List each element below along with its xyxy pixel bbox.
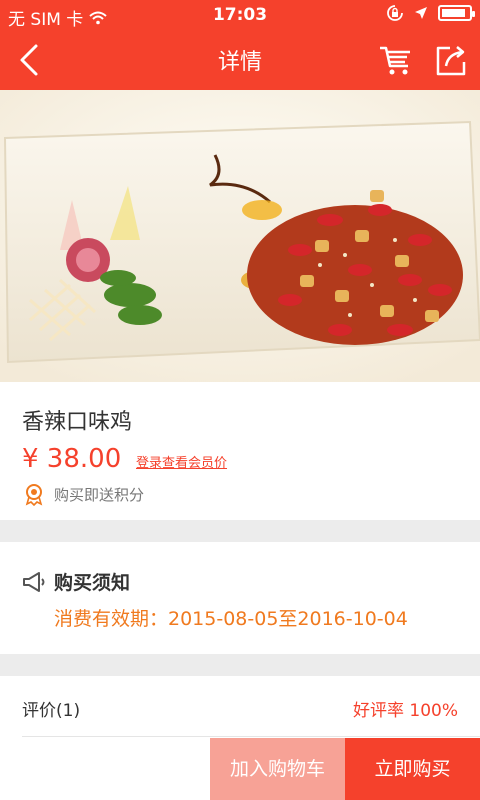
product-price: ¥ 38.00 [22,444,122,474]
points-row: 购买即送积分 [22,482,144,506]
product-image [0,90,480,382]
product-info-card: 香辣口味鸡 ¥ 38.00 登录查看会员价 购买即送积分 [0,382,480,520]
cart-icon[interactable] [376,40,416,80]
battery-icon [438,5,475,21]
bottom-action-bar: 加入购物车 立即购买 [0,738,480,800]
location-arrow-icon [415,7,427,19]
status-right [386,4,475,22]
member-price-link[interactable]: 登录查看会员价 [136,452,227,471]
validity-period: 消费有效期：2015-08-05至2016-10-04 [54,608,408,630]
points-text: 购买即送积分 [54,485,145,504]
purchase-notice-card: 购买须知 消费有效期：2015-08-05至2016-10-04 [0,542,480,654]
dish-photo [0,90,480,382]
nav-bar: 详情 [0,30,480,90]
positive-rate: 好评率 100% [352,701,458,721]
notice-title: 购买须知 [54,572,131,594]
review-count[interactable]: 评价(1) [22,696,80,721]
megaphone-icon [23,571,45,592]
share-icon[interactable] [432,40,472,80]
add-to-cart-button[interactable]: 加入购物车 [210,738,345,800]
header: 无 SIM 卡 17:03 详情 [0,0,480,90]
buy-now-button[interactable]: 立即购买 [345,738,480,800]
status-bar: 无 SIM 卡 17:03 [0,0,480,30]
award-icon [25,484,43,506]
divider [22,736,480,737]
notice-heading: 购买须知 [22,568,130,595]
product-name: 香辣口味鸡 [22,410,133,435]
lock-rotation-icon [387,5,403,21]
battery-fill [442,9,465,17]
